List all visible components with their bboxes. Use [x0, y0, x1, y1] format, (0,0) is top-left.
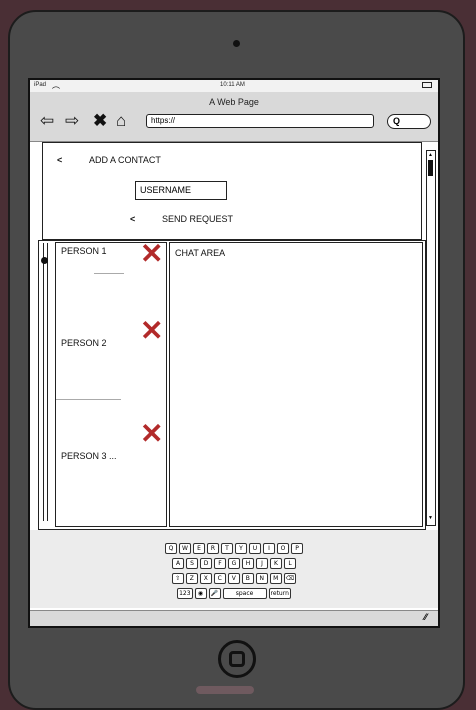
- username-field[interactable]: USERNAME: [135, 181, 227, 200]
- arrow-left-icon[interactable]: ⇦: [40, 112, 54, 129]
- close-icon[interactable]: ✖: [93, 112, 107, 129]
- device-label: iPad: [34, 82, 47, 88]
- drag-tab: [196, 686, 254, 694]
- contact-list: PERSON 1 ✕ PERSON 2 ✕ PERSON 3 ... ✕: [55, 240, 167, 528]
- battery-icon: [422, 82, 432, 88]
- scroll-down-icon[interactable]: ▼: [428, 515, 433, 521]
- page-title: A Web Page: [209, 97, 259, 107]
- search-icon: Q: [393, 116, 401, 126]
- divider: [94, 273, 124, 274]
- arrow-right-icon[interactable]: ⇨: [65, 112, 79, 129]
- delete-contact-icon[interactable]: ✕: [140, 420, 163, 448]
- page-scrollbar[interactable]: ▲ ▼: [426, 150, 436, 526]
- contact-name: PERSON 3 ...: [61, 451, 117, 461]
- numbers-key[interactable]: 123: [177, 588, 193, 599]
- home-icon[interactable]: ⌂: [116, 112, 126, 129]
- contacts-scroll-handle[interactable]: [41, 257, 48, 264]
- resize-grip-icon[interactable]: ⁄⁄: [424, 612, 427, 622]
- emoji-key-icon[interactable]: ◉: [194, 588, 207, 599]
- back-button[interactable]: <: [57, 155, 62, 165]
- add-contact-title: ADD A CONTACT: [89, 155, 161, 165]
- return-key[interactable]: return: [268, 588, 291, 599]
- clock: 10:11 AM: [220, 82, 245, 88]
- messenger-area: PERSON 1 ✕ PERSON 2 ✕ PERSON 3 ... ✕ CHA…: [38, 240, 426, 530]
- contact-item-2[interactable]: PERSON 2 ✕: [56, 317, 165, 423]
- home-square-icon: [229, 651, 245, 667]
- contact-item-3[interactable]: PERSON 3 ... ✕: [56, 420, 165, 528]
- chat-area-label: CHAT AREA: [175, 248, 226, 258]
- wifi-icon: ︵: [52, 81, 60, 90]
- delete-contact-icon[interactable]: ✕: [140, 240, 163, 268]
- browser-chrome: A Web Page ⇦ ⇨ ✖ ⌂ https:// Q: [30, 92, 438, 142]
- contact-name: PERSON 2: [61, 338, 107, 348]
- scroll-up-icon[interactable]: ▲: [428, 152, 433, 158]
- screen: iPad ︵ 10:11 AM A Web Page ⇦ ⇨ ✖ ⌂ https…: [28, 78, 440, 628]
- status-bar: iPad ︵ 10:11 AM: [30, 80, 438, 92]
- camera-dot: [233, 40, 240, 47]
- delete-contact-icon[interactable]: ✕: [140, 317, 163, 345]
- chat-area[interactable]: CHAT AREA: [169, 242, 423, 527]
- on-screen-keyboard: QWERTYUIOP ASDFGHJKL ⇧ Z X C V B N M ⌫ 123 ◉ 🎤 spac…: [30, 530, 438, 608]
- divider: [56, 399, 121, 400]
- send-icon[interactable]: <: [130, 214, 135, 224]
- keyboard-row-4: 123 ◉ 🎤 space return: [30, 580, 438, 599]
- search-button[interactable]: Q: [387, 114, 431, 129]
- url-input[interactable]: https://: [146, 114, 374, 128]
- browser-bottom-bar: ⁄⁄: [30, 610, 438, 626]
- contacts-scrollbar[interactable]: [41, 243, 48, 521]
- space-key[interactable]: space: [222, 588, 267, 599]
- microphone-key-icon[interactable]: 🎤: [208, 588, 221, 599]
- home-button[interactable]: [218, 640, 256, 678]
- add-contact-panel: < ADD A CONTACT USERNAME < SEND REQUEST: [42, 142, 422, 240]
- send-request-button[interactable]: SEND REQUEST: [162, 214, 233, 224]
- contact-name: PERSON 1: [61, 246, 107, 256]
- scroll-thumb[interactable]: [428, 160, 433, 176]
